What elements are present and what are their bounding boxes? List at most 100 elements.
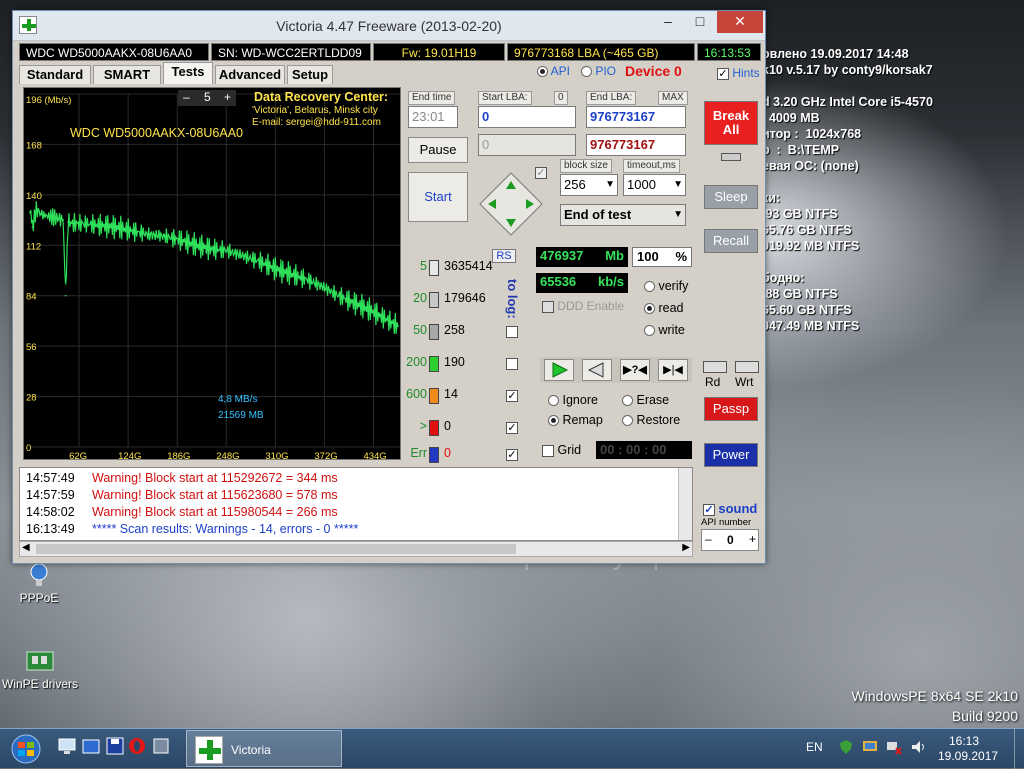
y-tick-label: 84 xyxy=(26,292,37,303)
hints-check[interactable]: ✓ xyxy=(717,67,729,80)
ddd-enable-checkbox[interactable]: DDD Enable xyxy=(542,299,624,313)
zoom-plus-button[interactable]: + xyxy=(224,90,231,104)
hints-checkbox[interactable]: ✓ Hints xyxy=(717,66,760,80)
language-indicator[interactable]: EN xyxy=(806,740,823,754)
block-size-value: 256 xyxy=(564,177,586,192)
taskbar-item-victoria[interactable]: Victoria xyxy=(186,730,342,767)
tool-icon[interactable] xyxy=(152,737,170,755)
end-time-input[interactable]: 23:01 xyxy=(408,106,458,128)
recall-button[interactable]: Recall xyxy=(704,229,758,253)
log-checkbox[interactable] xyxy=(506,358,518,370)
break-all-button[interactable]: Break All xyxy=(704,101,758,145)
scroll-left-arrow[interactable]: ◀ xyxy=(22,542,30,553)
close-button[interactable]: ✕ xyxy=(717,11,763,33)
tab-advanced[interactable]: Advanced xyxy=(215,65,285,84)
write-option[interactable]: write xyxy=(644,319,688,341)
grid-checkbox[interactable]: Grid xyxy=(542,443,581,457)
opera-icon[interactable] xyxy=(128,737,146,755)
sound-checkbox[interactable]: ✓ sound xyxy=(703,501,757,516)
network-status-icon[interactable] xyxy=(886,739,902,758)
grid-check[interactable] xyxy=(542,444,554,457)
pause-button[interactable]: Pause xyxy=(408,137,468,163)
remap-radio[interactable] xyxy=(548,415,559,427)
show-desktop-button[interactable] xyxy=(1014,729,1024,769)
save-icon[interactable] xyxy=(106,737,124,755)
pio-radio[interactable]: PIO xyxy=(581,64,616,78)
api-number-stepper[interactable]: – 0 + xyxy=(701,529,759,551)
start-button[interactable]: Start xyxy=(408,172,468,222)
display-icon[interactable] xyxy=(862,739,878,758)
log-checkbox[interactable]: ✓ xyxy=(506,449,518,461)
block-size-select[interactable]: 256 ▼ xyxy=(560,174,618,196)
log-time: 14:57:59 xyxy=(26,488,75,502)
end-of-test-select[interactable]: End of test ▼ xyxy=(560,204,686,226)
explorer-icon[interactable] xyxy=(82,737,100,755)
remap-option[interactable]: Remap xyxy=(548,413,603,427)
write-radio[interactable] xyxy=(644,325,655,337)
computer-icon[interactable] xyxy=(58,737,76,755)
erase-radio[interactable] xyxy=(622,395,633,407)
power-button[interactable]: Power xyxy=(704,443,758,467)
x-tick-label: 124G xyxy=(118,451,141,460)
passp-button[interactable]: Passp xyxy=(704,397,758,421)
api-radio[interactable]: API xyxy=(537,64,570,78)
ignore-option[interactable]: Ignore xyxy=(548,393,598,407)
ignore-label: Ignore xyxy=(562,393,598,407)
timeout-select[interactable]: 1000 ▼ xyxy=(623,174,686,196)
verify-radio[interactable] xyxy=(644,281,655,293)
test-checkbox[interactable]: ✓ xyxy=(535,167,547,179)
restore-radio[interactable] xyxy=(622,415,633,427)
api-number-plus[interactable]: + xyxy=(749,532,756,546)
zoom-minus-button[interactable]: – xyxy=(183,90,190,104)
windows-version-line1: WindowsPE 8x64 SE 2k10 xyxy=(851,688,1018,704)
play-icon[interactable] xyxy=(544,359,574,381)
x-tick-label: 62G xyxy=(69,451,87,460)
maximize-button[interactable]: □ xyxy=(685,11,715,33)
event-log[interactable]: 14:57:49 Warning! Block start at 11529267… xyxy=(19,467,693,541)
desktop-icon-pppoe[interactable]: PPPoE xyxy=(14,562,64,605)
verify-option[interactable]: verify xyxy=(644,275,688,297)
pio-radio-button[interactable] xyxy=(581,66,592,78)
start-lba-reset-button[interactable]: 0 xyxy=(554,91,568,105)
skip-unknown-icon[interactable]: ▶?◀ xyxy=(620,359,650,381)
device-label[interactable]: Device 0 xyxy=(625,63,682,79)
direction-arrows-icon[interactable] xyxy=(478,171,544,237)
volume-icon[interactable] xyxy=(910,739,926,758)
log-checkbox[interactable]: ✓ xyxy=(506,422,518,434)
scroll-thumb[interactable] xyxy=(36,544,516,554)
log-checkbox[interactable]: ✓ xyxy=(506,390,518,402)
log-horizontal-scrollbar[interactable]: ◀ ▶ xyxy=(19,541,693,557)
speed-point xyxy=(242,255,245,257)
desktop-icon-winpe-drivers[interactable]: WinPE drivers xyxy=(2,648,78,691)
tab-smart[interactable]: SMART xyxy=(93,65,161,84)
ddd-check[interactable] xyxy=(542,300,554,313)
read-option[interactable]: read xyxy=(644,297,688,319)
direction-pad[interactable] xyxy=(478,171,544,237)
skip-end-icon[interactable]: ▶|◀ xyxy=(658,359,688,381)
restore-option[interactable]: Restore xyxy=(622,413,680,427)
shield-icon[interactable] xyxy=(838,739,854,758)
tab-tests[interactable]: Tests xyxy=(163,62,213,84)
sound-check[interactable]: ✓ xyxy=(703,503,715,516)
tab-standard[interactable]: Standard xyxy=(19,65,91,84)
log-scrollbar[interactable] xyxy=(678,468,692,540)
start-lba-label: Start LBA: xyxy=(478,91,532,105)
title-bar[interactable]: Victoria 4.47 Freeware (2013-02-20) – □ … xyxy=(13,11,765,41)
start-button-windows[interactable] xyxy=(10,734,42,764)
read-radio[interactable] xyxy=(644,303,655,315)
start-lba-input[interactable]: 0 xyxy=(478,106,576,128)
ignore-radio[interactable] xyxy=(548,395,559,407)
tab-setup[interactable]: Setup xyxy=(287,65,333,84)
minimize-button[interactable]: – xyxy=(653,11,683,33)
end-lba-input[interactable]: 976773167 xyxy=(586,106,686,128)
rewind-icon[interactable] xyxy=(582,359,612,381)
end-lba-input-2[interactable]: 976773167 xyxy=(586,134,686,156)
api-radio-button[interactable] xyxy=(537,66,548,78)
sleep-button[interactable]: Sleep xyxy=(704,185,758,209)
end-lba-max-button[interactable]: MAX xyxy=(658,91,688,105)
api-number-minus[interactable]: – xyxy=(705,532,712,546)
scroll-right-arrow[interactable]: ▶ xyxy=(682,542,690,553)
log-checkbox[interactable] xyxy=(506,326,518,338)
system-clock[interactable]: 16:13 19.09.2017 xyxy=(938,734,998,764)
erase-option[interactable]: Erase xyxy=(622,393,669,407)
